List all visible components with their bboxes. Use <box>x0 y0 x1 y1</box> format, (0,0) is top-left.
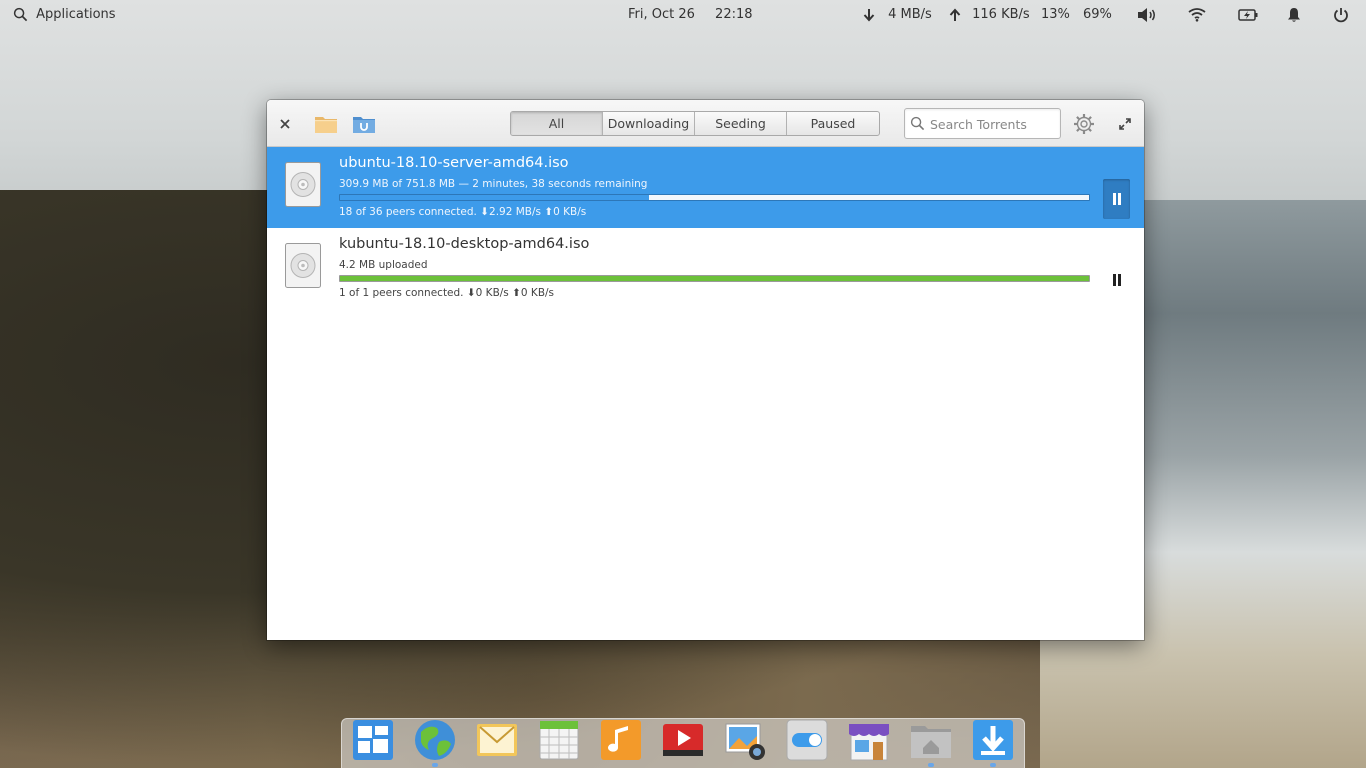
music-icon[interactable] <box>599 718 643 762</box>
calendar-icon[interactable] <box>537 718 581 762</box>
search-icon <box>910 116 925 131</box>
cpu-usage: 13% <box>1041 7 1070 22</box>
upload-speed: 116 KB/s <box>972 7 1030 22</box>
datetime-indicator[interactable]: Fri, Oct 26 22:18 <box>628 7 753 23</box>
pause-icon <box>1112 274 1121 286</box>
maximize-button[interactable] <box>1112 111 1138 137</box>
tab-downloading[interactable]: Downloading <box>603 112 695 135</box>
settings-button[interactable] <box>1071 111 1097 137</box>
files-icon[interactable] <box>909 718 953 762</box>
volume-icon <box>1138 8 1155 22</box>
videos-icon[interactable] <box>661 718 705 762</box>
open-torrent-button[interactable] <box>313 111 339 137</box>
battery-percent: 69% <box>1083 7 1112 22</box>
sound-indicator[interactable] <box>1137 7 1157 23</box>
power-indicator[interactable] <box>1238 7 1258 23</box>
progress-fill <box>340 195 649 200</box>
date-label: Fri, Oct 26 <box>628 7 695 22</box>
progress-bar <box>339 275 1090 282</box>
tab-all[interactable]: All <box>511 112 603 135</box>
pause-button[interactable] <box>1103 179 1130 219</box>
network-speed-indicator[interactable]: 4 MB/s 116 KB/s <box>862 7 1030 23</box>
torrents-window: All Downloading Seeding Paused ubuntu-18… <box>267 100 1144 640</box>
top-panel: Applications Fri, Oct 26 22:18 4 MB/s 11… <box>0 0 1366 30</box>
pause-button[interactable] <box>1103 260 1130 300</box>
download-speed: 4 MB/s <box>888 7 932 22</box>
torrent-status: 309.9 MB of 751.8 MB — 2 minutes, 38 sec… <box>339 178 648 190</box>
magnet-folder-icon <box>353 117 375 133</box>
tab-paused[interactable]: Paused <box>787 112 879 135</box>
wifi-icon <box>1188 8 1206 22</box>
cpu-indicator[interactable]: 13% <box>1041 7 1070 23</box>
torrent-status: 4.2 MB uploaded <box>339 259 428 271</box>
system-settings-icon[interactable] <box>785 718 829 762</box>
torrent-downloader-icon[interactable] <box>971 718 1015 762</box>
filter-tabs: All Downloading Seeding Paused <box>510 111 880 136</box>
pause-icon <box>1112 193 1121 205</box>
maximize-icon <box>1119 118 1131 130</box>
torrent-name: ubuntu-18.10-server-amd64.iso <box>339 155 569 171</box>
running-indicator <box>990 763 996 767</box>
mail-icon[interactable] <box>475 718 519 762</box>
torrent-peers: 18 of 36 peers connected. ⬇2.92 MB/s ⬆0 … <box>339 206 587 218</box>
close-button[interactable] <box>272 111 298 137</box>
arrow-up-icon <box>949 8 961 21</box>
notifications-indicator[interactable] <box>1287 7 1301 23</box>
battery-percent-indicator[interactable]: 69% <box>1083 7 1112 23</box>
search-input[interactable] <box>930 115 1058 133</box>
torrent-list: ubuntu-18.10-server-amd64.iso 309.9 MB o… <box>267 147 1144 309</box>
running-indicator <box>928 763 934 767</box>
torrent-peers: 1 of 1 peers connected. ⬇0 KB/s ⬆0 KB/s <box>339 287 555 299</box>
disc-image-icon <box>285 243 321 288</box>
torrent-name: kubuntu-18.10-desktop-amd64.iso <box>339 236 590 252</box>
gear-icon <box>1074 114 1094 134</box>
arrow-down-icon <box>863 8 875 21</box>
network-indicator[interactable] <box>1188 7 1206 23</box>
tab-seeding[interactable]: Seeding <box>695 112 787 135</box>
search-box[interactable] <box>904 108 1061 139</box>
photos-icon[interactable] <box>723 718 767 762</box>
progress-bar <box>339 194 1090 201</box>
applications-menu[interactable]: Applications <box>13 7 116 23</box>
bell-icon <box>1288 8 1300 22</box>
disc-image-icon <box>285 162 321 207</box>
appcenter-icon[interactable] <box>847 718 891 762</box>
close-icon <box>280 119 290 129</box>
applications-label: Applications <box>36 7 116 22</box>
progress-fill <box>340 276 1089 281</box>
multitasking-view-icon[interactable] <box>351 718 395 762</box>
web-browser-icon[interactable] <box>413 718 457 762</box>
folder-icon <box>315 117 337 133</box>
header-bar: All Downloading Seeding Paused <box>267 100 1144 147</box>
search-icon <box>13 7 28 22</box>
open-magnet-button[interactable] <box>351 111 377 137</box>
session-indicator[interactable] <box>1333 7 1349 23</box>
time-label: 22:18 <box>715 7 753 22</box>
torrent-row[interactable]: kubuntu-18.10-desktop-amd64.iso 4.2 MB u… <box>267 228 1144 309</box>
power-icon <box>1334 8 1348 23</box>
torrent-row[interactable]: ubuntu-18.10-server-amd64.iso 309.9 MB o… <box>267 147 1144 228</box>
running-indicator <box>432 763 438 767</box>
battery-charging-icon <box>1238 8 1258 21</box>
